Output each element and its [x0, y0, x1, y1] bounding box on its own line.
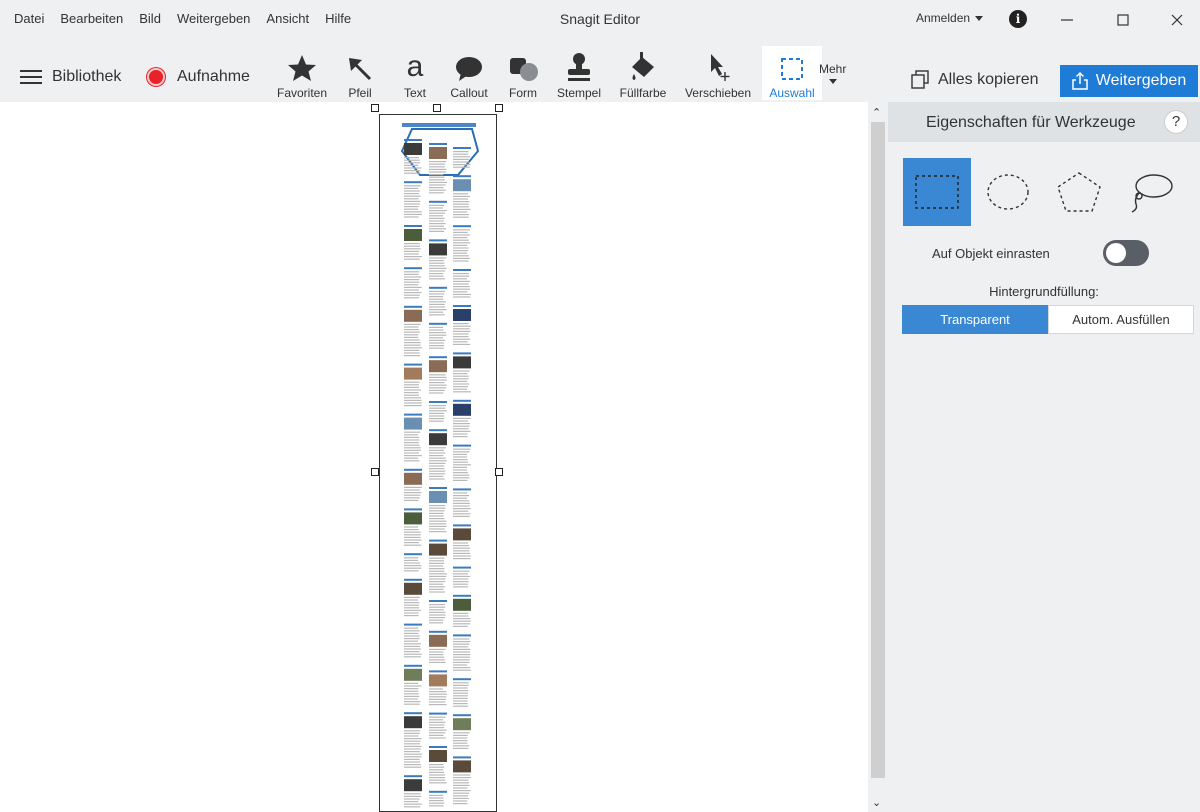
tool-label: Favoriten [276, 86, 328, 100]
shape-icon [510, 58, 538, 81]
info-icon[interactable]: i [1009, 10, 1027, 28]
rectangle-selection-button[interactable] [903, 158, 971, 226]
lasso-selection-icon [1131, 174, 1173, 213]
maximize-button[interactable] [1108, 8, 1138, 32]
panel-header: Eigenschaften für Werkzeuge ? [888, 102, 1200, 142]
arrow-icon [349, 58, 372, 81]
tool-stamp[interactable]: Stempel [548, 46, 610, 100]
menu-bearbeiten[interactable]: Bearbeiten [60, 11, 123, 26]
copy-all-label: Alles kopieren [938, 71, 1039, 88]
tool-label: Auswahl [769, 86, 815, 100]
toggle-knob [1106, 243, 1126, 263]
snap-toggle[interactable] [1103, 240, 1149, 266]
share-label: Weitergeben [1095, 72, 1187, 89]
signin-button[interactable]: Anmelden [916, 11, 984, 25]
more-label: Mehr [819, 62, 847, 76]
chevron-down-icon [828, 79, 837, 84]
tool-selection[interactable]: Auswahl [762, 46, 822, 100]
svg-text:a: a [407, 52, 424, 82]
tool-label: Pfeil [348, 86, 372, 100]
fill-transparent-button[interactable]: Transparent [902, 305, 1048, 334]
tool-label: Text [403, 86, 426, 100]
star-icon [288, 55, 316, 81]
library-label: Bibliothek [52, 68, 122, 85]
title-bar: Datei Bearbeiten Bild Weitergeben Ansich… [0, 0, 1200, 40]
tool-move[interactable]: Verschieben [676, 46, 760, 100]
tool-label: Callout [450, 86, 488, 100]
capture-label: Aufnahme [177, 68, 250, 85]
tool-favorites[interactable]: Favoriten [270, 46, 334, 100]
minimize-icon [1061, 19, 1073, 21]
chevron-up-icon[interactable]: ⌃ [872, 106, 881, 119]
image-thumbnail [400, 123, 480, 808]
close-button[interactable] [1162, 8, 1192, 32]
tool-properties-panel: Eigenschaften für Werkzeuge ? Auf Objekt… [888, 102, 1200, 812]
menu-ansicht[interactable]: Ansicht [266, 11, 309, 26]
panel-title: Eigenschaften für Werkzeuge [926, 114, 1136, 131]
vertical-scrollbar[interactable]: ⌃ ⌄ [868, 102, 888, 812]
text-icon: a [407, 52, 424, 82]
scrollbar-thumb[interactable] [871, 122, 885, 778]
signin-label: Anmelden [916, 11, 971, 25]
maximize-icon [1117, 14, 1129, 26]
callout-icon [456, 57, 482, 81]
snap-label: Auf Objekt einrasten [932, 246, 1050, 261]
copy-all-button[interactable]: Alles kopieren [910, 70, 1039, 90]
menu-datei[interactable]: Datei [14, 11, 44, 26]
chevron-down-icon[interactable]: ⌄ [872, 796, 881, 809]
fill-auto-button[interactable]: Autom. Ausfüllen [1048, 305, 1194, 334]
tool-shape[interactable]: Form [502, 46, 544, 100]
move-icon [711, 54, 730, 81]
more-button[interactable]: Mehr [819, 62, 846, 84]
fill-icon [632, 52, 654, 80]
tool-fill[interactable]: Füllfarbe [612, 46, 674, 100]
chevron-down-icon [975, 15, 984, 21]
polygon-selection-icon [1057, 172, 1101, 212]
selection-icon [781, 58, 803, 80]
stamp-icon [568, 53, 590, 81]
menu-bild[interactable]: Bild [139, 11, 161, 26]
ellipse-selection-button[interactable] [974, 158, 1042, 226]
menu-hilfe[interactable]: Hilfe [325, 11, 351, 26]
minimize-button[interactable] [1052, 8, 1082, 32]
fill-label: Hintergrundfüllung: [989, 284, 1099, 299]
help-icon[interactable]: ? [1164, 110, 1188, 134]
record-icon [147, 68, 165, 86]
tool-label: Stempel [556, 86, 602, 100]
resize-handle-right[interactable] [495, 468, 503, 476]
tool-label: Verschieben [684, 86, 752, 100]
lasso-selection-button[interactable] [1116, 158, 1184, 226]
rectangle-selection-icon [915, 175, 959, 209]
menu-weitergeben[interactable]: Weitergeben [177, 11, 250, 26]
hamburger-icon [20, 70, 42, 84]
ellipse-selection-icon [987, 174, 1029, 210]
capture-button[interactable]: Aufnahme [147, 68, 250, 86]
tool-text[interactable]: a Text [392, 46, 438, 100]
menu-bar: Datei Bearbeiten Bild Weitergeben Ansich… [14, 11, 351, 26]
copy-icon [911, 70, 929, 89]
resize-handle-left[interactable] [371, 468, 379, 476]
toolbar: Bibliothek Aufnahme Favoriten Pfeil a Te… [0, 40, 1200, 102]
polygon-selection-button[interactable] [1045, 158, 1113, 226]
share-button[interactable]: Weitergeben [1060, 65, 1198, 97]
library-button[interactable]: Bibliothek [20, 68, 121, 86]
tool-label: Form [509, 86, 537, 100]
close-icon [1171, 14, 1183, 26]
tool-callout[interactable]: Callout [442, 46, 496, 100]
tool-arrow[interactable]: Pfeil [336, 46, 384, 100]
captured-image[interactable] [379, 114, 497, 812]
tool-label: Füllfarbe [619, 86, 667, 100]
resize-handle-top[interactable] [433, 104, 441, 112]
resize-handle-top-left[interactable] [371, 104, 379, 112]
share-icon [1072, 72, 1088, 90]
resize-handle-top-right[interactable] [495, 104, 503, 112]
